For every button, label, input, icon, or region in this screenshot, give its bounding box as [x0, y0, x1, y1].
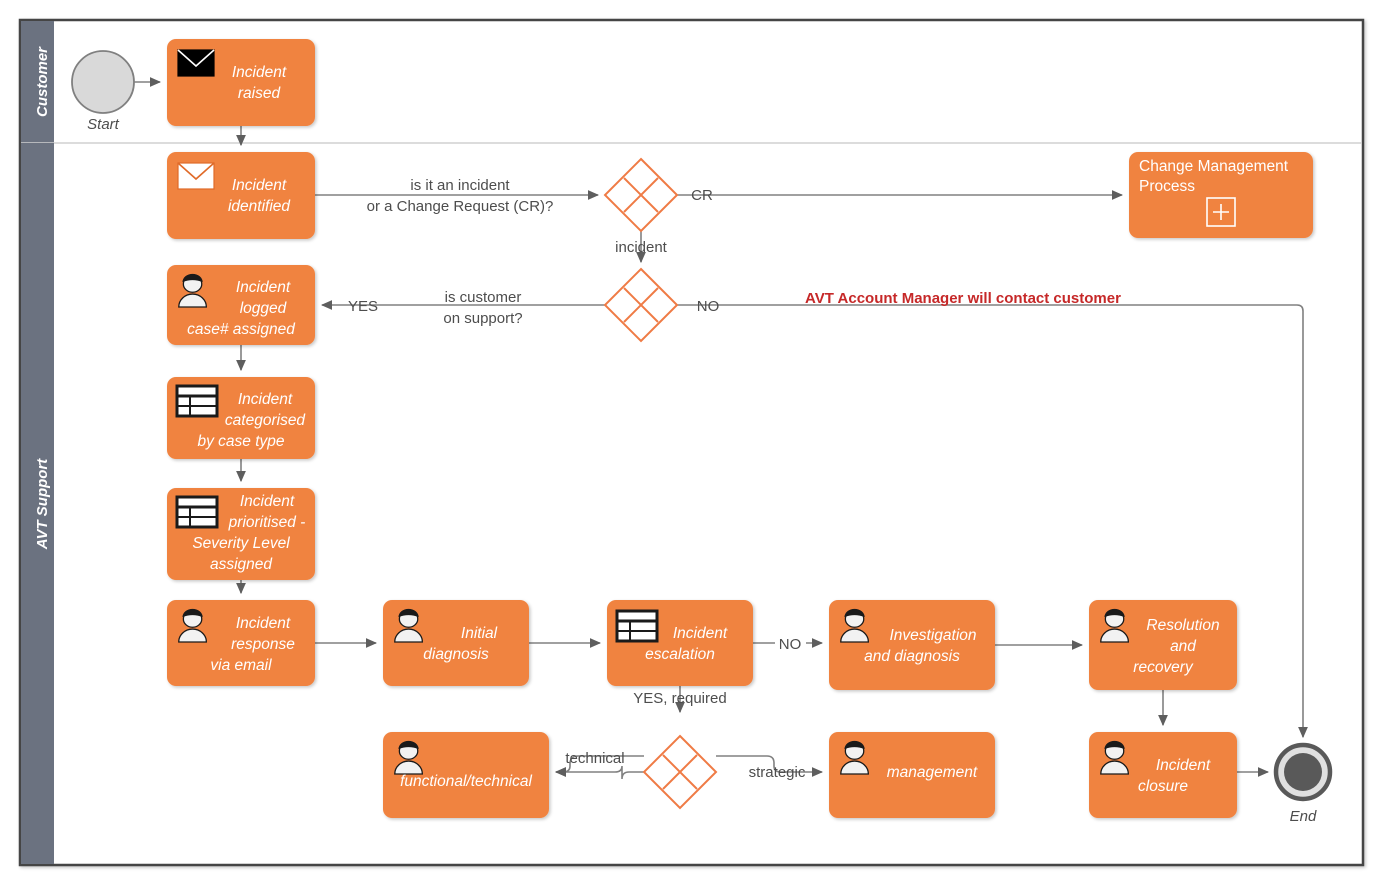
task-management-line-0: management [887, 764, 978, 781]
start-event-circle[interactable] [71, 50, 135, 114]
task-incident-escalation-line-0: Incident [673, 625, 728, 642]
subprocess-change-management-process[interactable]: Change Management Process [1129, 152, 1313, 238]
table-icon [615, 609, 659, 643]
task-functional-technical-line-0: functional/technical [400, 773, 532, 790]
label-is-it-incident-or-cr-line-1: or a Change Request (CR)? [367, 198, 554, 215]
task-incident-response[interactable]: Incident response via email [167, 600, 315, 686]
lane-avt-support: AVT Support [21, 143, 54, 864]
task-incident-categorised-line-1: categorised [225, 412, 307, 429]
task-incident-logged-line-1: logged [240, 300, 288, 317]
label-cr: CR [691, 187, 713, 204]
task-initial-diagnosis[interactable]: Initial diagnosis [383, 600, 529, 686]
label-strategic: strategic [749, 764, 806, 781]
task-incident-categorised[interactable]: Incident categorised by case type [167, 377, 315, 459]
task-investigation-and-diagnosis-line-1: and diagnosis [864, 648, 960, 665]
task-incident-raised[interactable]: Incident raised [167, 39, 315, 126]
end-event-label: End [1290, 808, 1317, 825]
task-incident-categorised-line-2: by case type [197, 433, 284, 450]
bpmn-diagram-svg: Customer AVT Support Start End Incident … [18, 18, 1365, 867]
envelope-black-icon [177, 49, 215, 77]
task-incident-prioritised-line-2: Severity Level [192, 535, 290, 552]
task-incident-response-line-1: response [231, 636, 295, 653]
task-incident-response-line-0: Incident [236, 615, 291, 632]
task-incident-closure-line-1: closure [1138, 778, 1188, 795]
label-no-support: NO [697, 298, 720, 315]
task-initial-diagnosis-line-1: diagnosis [423, 646, 489, 663]
task-investigation-and-diagnosis[interactable]: Investigation and diagnosis [829, 600, 995, 690]
task-incident-closure-line-0: Incident [1156, 757, 1211, 774]
task-resolution-and-recovery-line-2: recovery [1133, 659, 1194, 676]
task-incident-logged-line-0: Incident [236, 279, 291, 296]
task-incident-identified[interactable]: Incident identified [167, 152, 315, 239]
task-incident-prioritised-line-1: prioritised - [228, 514, 306, 531]
label-is-customer-on-support-line-1: on support? [443, 310, 522, 327]
task-investigation-and-diagnosis-line-0: Investigation [889, 627, 976, 644]
envelope-white-icon [177, 162, 215, 190]
task-resolution-and-recovery[interactable]: Resolution and recovery [1089, 600, 1237, 690]
table-icon [175, 384, 219, 418]
subprocess-change-management-line-0: Change Management [1139, 158, 1289, 175]
task-management[interactable]: management [829, 732, 995, 818]
task-incident-prioritised[interactable]: Incident prioritised - Severity Level as… [167, 488, 315, 580]
label-is-it-incident-or-cr-line-0: is it an incident [410, 177, 510, 194]
label-yes: YES [348, 298, 378, 315]
label-technical: technical [565, 750, 624, 767]
task-incident-categorised-line-0: Incident [238, 391, 293, 408]
task-incident-escalation[interactable]: Incident escalation [607, 600, 753, 686]
note-avt-account-manager: AVT Account Manager will contact custome… [805, 290, 1121, 307]
label-incident: incident [615, 239, 668, 256]
table-icon [175, 495, 219, 529]
task-initial-diagnosis-line-0: Initial [461, 625, 498, 642]
task-incident-response-line-2: via email [210, 657, 272, 674]
task-incident-closure[interactable]: Incident closure [1089, 732, 1237, 818]
task-incident-logged-line-2: case# assigned [187, 321, 296, 338]
task-incident-identified-line-1: identified [228, 198, 291, 215]
task-resolution-and-recovery-line-0: Resolution [1146, 617, 1219, 634]
label-is-customer-on-support-line-0: is customer [445, 289, 522, 306]
subprocess-change-management-line-1: Process [1139, 178, 1195, 195]
task-incident-prioritised-line-3: assigned [210, 556, 273, 573]
task-functional-technical[interactable]: functional/technical [383, 732, 549, 818]
task-incident-raised-line-0: Incident [232, 64, 287, 81]
start-event-label: Start [87, 116, 120, 133]
lane-customer-label: Customer [34, 46, 51, 117]
lane-avt-support-label: AVT Support [34, 458, 51, 551]
task-incident-raised-line-1: raised [238, 85, 282, 102]
task-incident-prioritised-line-0: Incident [240, 493, 295, 510]
task-incident-logged[interactable]: Incident logged case# assigned [167, 265, 315, 345]
task-incident-identified-line-0: Incident [232, 177, 287, 194]
label-yes-required: YES, required [633, 690, 726, 707]
label-no-escalation: NO [779, 636, 802, 653]
bpmn-diagram-canvas: Customer AVT Support Start End Incident … [0, 0, 1383, 884]
task-incident-escalation-line-1: escalation [645, 646, 715, 663]
task-resolution-and-recovery-line-1: and [1170, 638, 1197, 655]
end-event-inner-circle [1284, 753, 1322, 791]
